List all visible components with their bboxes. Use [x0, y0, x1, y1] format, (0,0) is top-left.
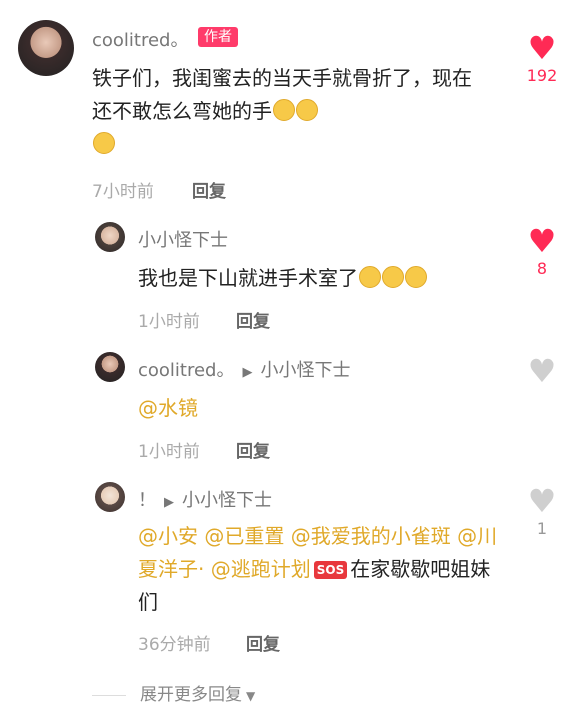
heart-icon: ♥: [527, 222, 557, 260]
crying-laughing-emoji-icon: [382, 266, 404, 288]
mention-link[interactable]: @小安: [138, 524, 198, 548]
mention-link[interactable]: @逃跑计划: [211, 557, 311, 581]
comment-username[interactable]: coolitred。: [92, 26, 189, 52]
like-button[interactable]: ♥ 8: [520, 225, 564, 278]
divider: [92, 694, 126, 696]
like-button[interactable]: ♥ 192: [520, 32, 564, 85]
author-badge: 作者: [198, 27, 238, 47]
surprised-emoji-icon: [405, 266, 427, 288]
play-arrow-icon: ▶: [242, 365, 253, 380]
chevron-down-icon: ▼: [246, 689, 256, 703]
play-arrow-icon: ▶: [164, 495, 174, 510]
avatar[interactable]: [18, 20, 74, 76]
comment-header: ！ ▶ 小小怪下士: [138, 486, 272, 512]
comment-time: 36分钟前: [138, 635, 211, 655]
pleading-emoji-icon: [273, 99, 295, 121]
pleading-emoji-icon: [93, 132, 115, 154]
comment-username[interactable]: coolitred。: [138, 360, 235, 381]
like-button[interactable]: ♥ 1: [520, 485, 564, 538]
reply-button[interactable]: 回复: [246, 630, 280, 655]
like-count: 192: [526, 66, 558, 85]
pleading-emoji-icon: [296, 99, 318, 121]
like-count: 8: [536, 259, 548, 278]
comment-text: @小安 @已重置 @我爱我的小雀斑 @川夏洋子· @逃跑计划 SOS 在家歇歇吧姐妹…: [138, 520, 508, 619]
mention-link[interactable]: @水镜: [138, 396, 198, 420]
comment-username[interactable]: ！: [138, 490, 156, 511]
comment-time: 7小时前: [92, 182, 154, 202]
mention-link[interactable]: @已重置: [204, 524, 284, 548]
like-button[interactable]: ♥: [520, 355, 564, 387]
comment-username[interactable]: 小小怪下士: [138, 226, 228, 252]
heart-icon: ♥: [527, 29, 557, 67]
avatar[interactable]: [95, 352, 125, 382]
comment-text-body: 我也是下山就进手术室了: [138, 266, 358, 290]
comment-text: 我也是下山就进手术室了: [138, 262, 427, 295]
avatar[interactable]: [95, 482, 125, 512]
expand-more-label: 展开更多回复: [140, 685, 242, 705]
mention-link[interactable]: @我爱我的小雀斑: [291, 524, 451, 548]
comment-time: 1小时前: [138, 442, 200, 462]
reply-to-username[interactable]: 小小怪下士: [182, 490, 272, 511]
reply-button[interactable]: 回复: [192, 177, 226, 202]
comment-time: 1小时前: [138, 312, 200, 332]
reply-to-username[interactable]: 小小怪下士: [261, 360, 351, 381]
reply-button[interactable]: 回复: [236, 437, 270, 462]
expand-more-replies[interactable]: 展开更多回复 ▼: [92, 680, 255, 705]
avatar[interactable]: [95, 222, 125, 252]
heart-icon: ♥: [527, 482, 557, 520]
crying-laughing-emoji-icon: [359, 266, 381, 288]
heart-icon: ♥: [527, 352, 557, 390]
comment-text: @水镜: [138, 392, 198, 425]
comment-text: 铁子们，我闺蜜去的当天手就骨折了，现在还不敢怎么弯她的手: [92, 62, 482, 161]
reply-button[interactable]: 回复: [236, 307, 270, 332]
like-count: 1: [536, 519, 548, 538]
sos-emoji-icon: SOS: [313, 561, 348, 579]
comment-header: coolitred。 ▶ 小小怪下士: [138, 356, 351, 382]
